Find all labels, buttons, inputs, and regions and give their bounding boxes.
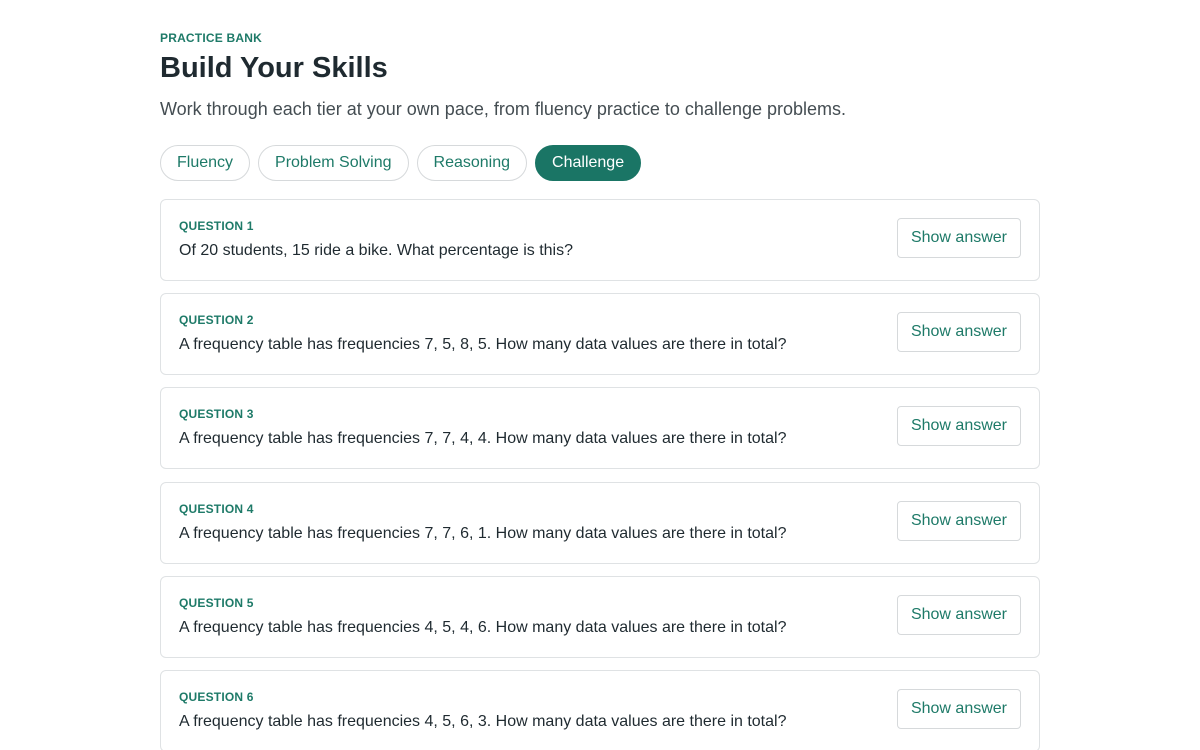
tab-problem-solving[interactable]: Problem Solving	[258, 145, 409, 181]
tier-tabs: Fluency Problem Solving Reasoning Challe…	[160, 145, 1040, 181]
page-subtitle: Work through each tier at your own pace,…	[160, 99, 847, 119]
show-answer-button[interactable]: Show answer	[896, 218, 1021, 258]
question-card: QUESTION 4 A frequency table has frequen…	[160, 482, 1040, 564]
question-text: Of 20 students, 15 ride a bike. What per…	[179, 242, 573, 259]
question-number: QUESTION 4	[179, 502, 254, 516]
question-card: QUESTION 3 A frequency table has frequen…	[160, 387, 1040, 469]
show-answer-button[interactable]: Show answer	[896, 312, 1021, 352]
question-card: QUESTION 5 A frequency table has frequen…	[160, 576, 1040, 658]
question-number: QUESTION 6	[179, 690, 254, 704]
show-answer-button[interactable]: Show answer	[896, 501, 1021, 541]
question-list: QUESTION 1 Of 20 students, 15 ride a bik…	[160, 199, 1040, 750]
question-text: A frequency table has frequencies 7, 7, …	[179, 525, 787, 542]
tab-fluency[interactable]: Fluency	[160, 145, 251, 181]
question-text: A frequency table has frequencies 4, 5, …	[179, 619, 787, 636]
section-eyebrow: PRACTICE BANK	[160, 31, 262, 45]
show-answer-button[interactable]: Show answer	[896, 689, 1021, 729]
tab-challenge[interactable]: Challenge	[535, 145, 642, 181]
question-card: QUESTION 1 Of 20 students, 15 ride a bik…	[160, 199, 1040, 281]
show-answer-button[interactable]: Show answer	[896, 406, 1021, 446]
tab-reasoning[interactable]: Reasoning	[416, 145, 528, 181]
question-number: QUESTION 3	[179, 407, 254, 421]
page-title: Build Your Skills	[160, 52, 388, 84]
question-text: A frequency table has frequencies 7, 7, …	[179, 430, 787, 447]
question-text: A frequency table has frequencies 7, 5, …	[179, 336, 787, 353]
question-number: QUESTION 5	[179, 596, 254, 610]
question-card: QUESTION 6 A frequency table has frequen…	[160, 670, 1040, 750]
question-number: QUESTION 2	[179, 313, 254, 327]
question-number: QUESTION 1	[179, 219, 254, 233]
question-text: A frequency table has frequencies 4, 5, …	[179, 713, 787, 730]
question-card: QUESTION 2 A frequency table has frequen…	[160, 293, 1040, 375]
practice-bank-page: PRACTICE BANK Build Your Skills Work thr…	[160, 0, 1040, 750]
show-answer-button[interactable]: Show answer	[896, 595, 1021, 635]
